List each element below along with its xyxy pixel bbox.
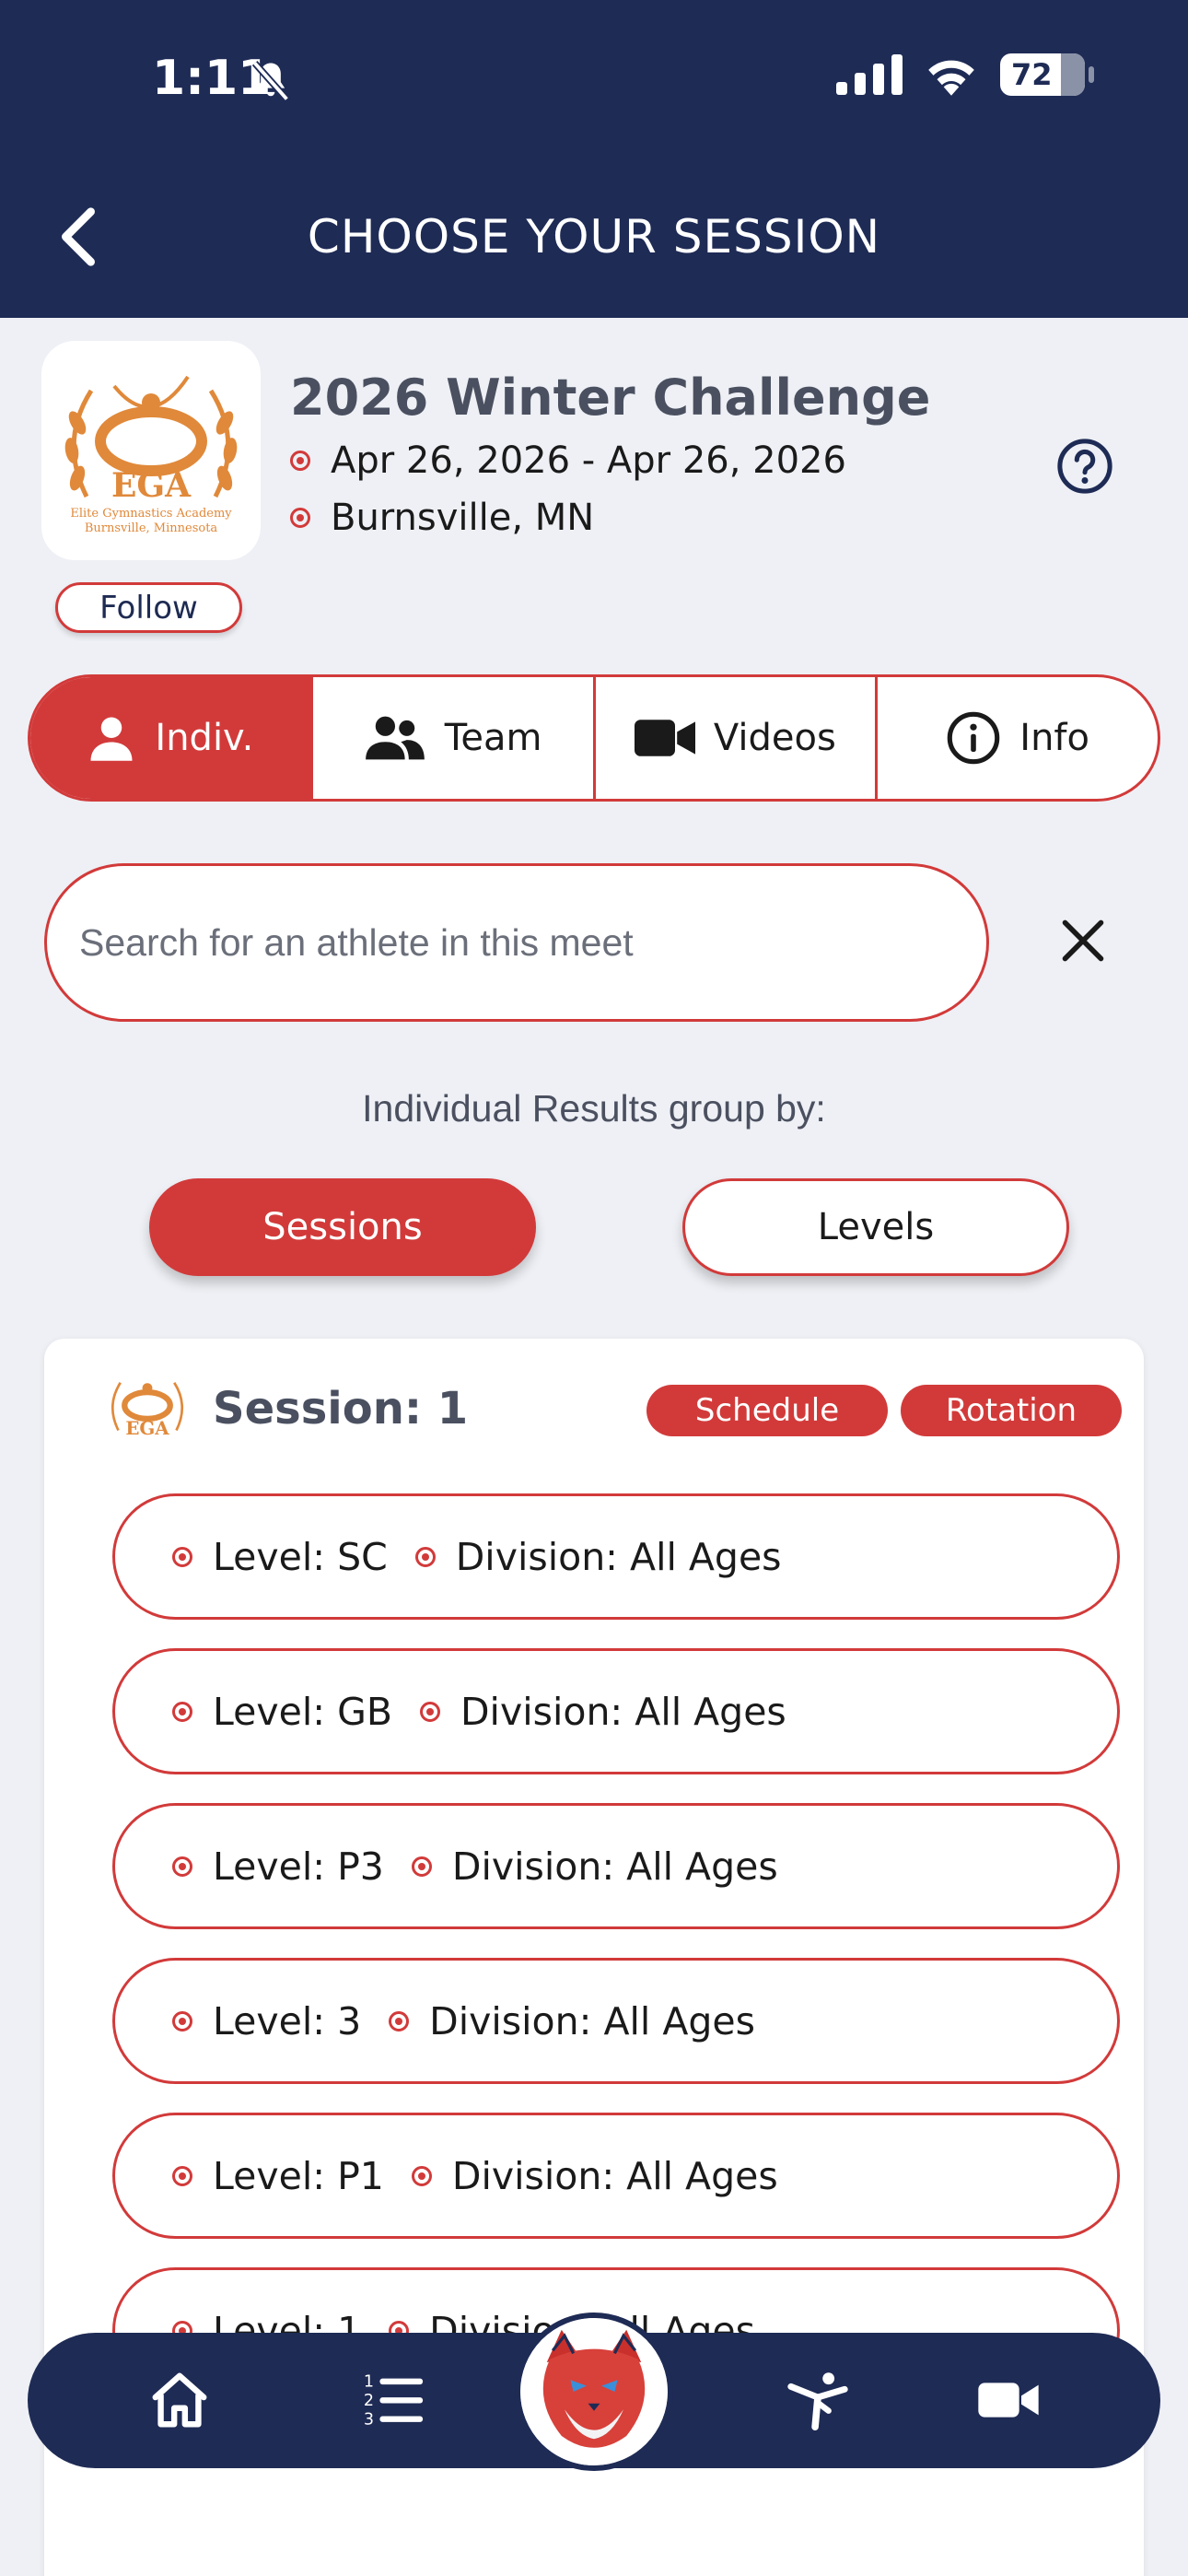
video-icon [634, 720, 695, 756]
level-row[interactable]: Level: SC Division: All Ages [112, 1493, 1120, 1620]
bullet-icon [172, 2165, 192, 2186]
bullet-icon [419, 1701, 440, 1722]
division-label: Division: All Ages [460, 1689, 786, 1734]
battery-icon: 72 [1000, 53, 1094, 96]
bullet-icon [290, 451, 310, 471]
top-header: 1:11 72 CHOOSE YOUR SESSION [0, 0, 1188, 318]
division-label: Division: All Ages [429, 1998, 755, 2043]
group-by-label: Individual Results group by: [362, 1087, 826, 1130]
group-by-sessions-button[interactable]: Sessions [149, 1178, 536, 1276]
cat-mascot-icon [520, 2318, 668, 2465]
svg-text:Elite Gymnastics Academy: Elite Gymnastics Academy [70, 507, 232, 521]
level-row[interactable]: Level: 3 Division: All Ages [112, 1958, 1120, 2084]
meet-dates: Apr 26, 2026 - Apr 26, 2026 [290, 439, 846, 482]
rotation-button[interactable]: Rotation [901, 1385, 1122, 1436]
gymnast-icon[interactable] [786, 2368, 850, 2432]
tab-label: Videos [713, 717, 836, 759]
level-row[interactable]: Level: P1 Division: All Ages [112, 2113, 1120, 2239]
bullet-icon [172, 1856, 192, 1877]
tab-videos[interactable]: Videos [596, 677, 879, 799]
info-icon [947, 711, 1000, 765]
meet-title: 2026 Winter Challenge [290, 369, 931, 427]
tab-team[interactable]: Team [313, 677, 596, 799]
level-label: Level: GB [213, 1689, 392, 1734]
bullet-icon [290, 508, 310, 528]
bullet-icon [389, 2010, 410, 2032]
view-tabs: Indiv. Team Videos Info [28, 674, 1160, 802]
people-icon [365, 716, 425, 760]
follow-button[interactable]: Follow [55, 582, 242, 633]
level-row[interactable]: Level: GB Division: All Ages [112, 1648, 1120, 1774]
division-label: Division: All Ages [455, 1534, 782, 1579]
schedule-button[interactable]: Schedule [646, 1385, 888, 1436]
help-question-icon[interactable] [1056, 438, 1113, 495]
status-icons: 72 [836, 53, 1094, 96]
level-row[interactable]: Level: P3 Division: All Ages [112, 1803, 1120, 1929]
svg-text:EGA: EGA [111, 466, 192, 505]
tab-individual[interactable]: Indiv. [30, 677, 313, 799]
clear-search-icon[interactable] [1059, 917, 1107, 965]
ordered-list-icon[interactable]: 1 2 3 [361, 2368, 425, 2432]
meet-location: Burnsville, MN [290, 497, 594, 539]
bullet-icon [172, 2010, 192, 2032]
bullet-icon [411, 2165, 432, 2186]
level-label: Level: 3 [213, 1998, 362, 2043]
bell-muted-icon [251, 60, 290, 102]
meet-logo: EGA Elite Gymnastics Academy Burnsville,… [41, 341, 261, 560]
meet-location-text: Burnsville, MN [331, 497, 595, 539]
athlete-search-input[interactable] [44, 863, 989, 1022]
group-by-levels-button[interactable]: Levels [682, 1178, 1069, 1276]
tab-label: Team [444, 717, 542, 759]
bullet-icon [411, 1856, 432, 1877]
session-title: Session: 1 [213, 1383, 469, 1434]
video-camera-icon[interactable] [976, 2368, 1041, 2432]
home-icon[interactable] [147, 2368, 212, 2432]
division-label: Division: All Ages [451, 1844, 778, 1889]
page-title: CHOOSE YOUR SESSION [307, 210, 881, 263]
tab-label: Indiv. [155, 717, 254, 759]
svg-text:1: 1 [364, 2372, 374, 2391]
session-ega-logo: EGA [111, 1382, 184, 1439]
person-icon [90, 717, 133, 761]
bullet-icon [172, 1701, 192, 1722]
division-label: Division: All Ages [451, 2153, 778, 2198]
level-label: Level: SC [213, 1534, 388, 1579]
bullet-icon [414, 1546, 436, 1567]
signal-icon [836, 54, 903, 95]
svg-text:Burnsville, Minnesota: Burnsville, Minnesota [85, 521, 218, 535]
bullet-icon [172, 1546, 192, 1567]
level-label: Level: P1 [213, 2153, 384, 2198]
svg-text:3: 3 [364, 2410, 374, 2429]
tab-info[interactable]: Info [878, 677, 1158, 799]
mascot-cat-logo[interactable] [515, 2313, 673, 2471]
tab-label: Info [1019, 717, 1089, 759]
meet-dates-text: Apr 26, 2026 - Apr 26, 2026 [331, 439, 846, 482]
wifi-icon [928, 60, 974, 96]
ega-logo: EGA Elite Gymnastics Academy Burnsville,… [64, 375, 238, 535]
level-label: Level: P3 [213, 1844, 384, 1889]
svg-text:EGA: EGA [125, 1417, 169, 1439]
svg-text:2: 2 [364, 2392, 374, 2410]
